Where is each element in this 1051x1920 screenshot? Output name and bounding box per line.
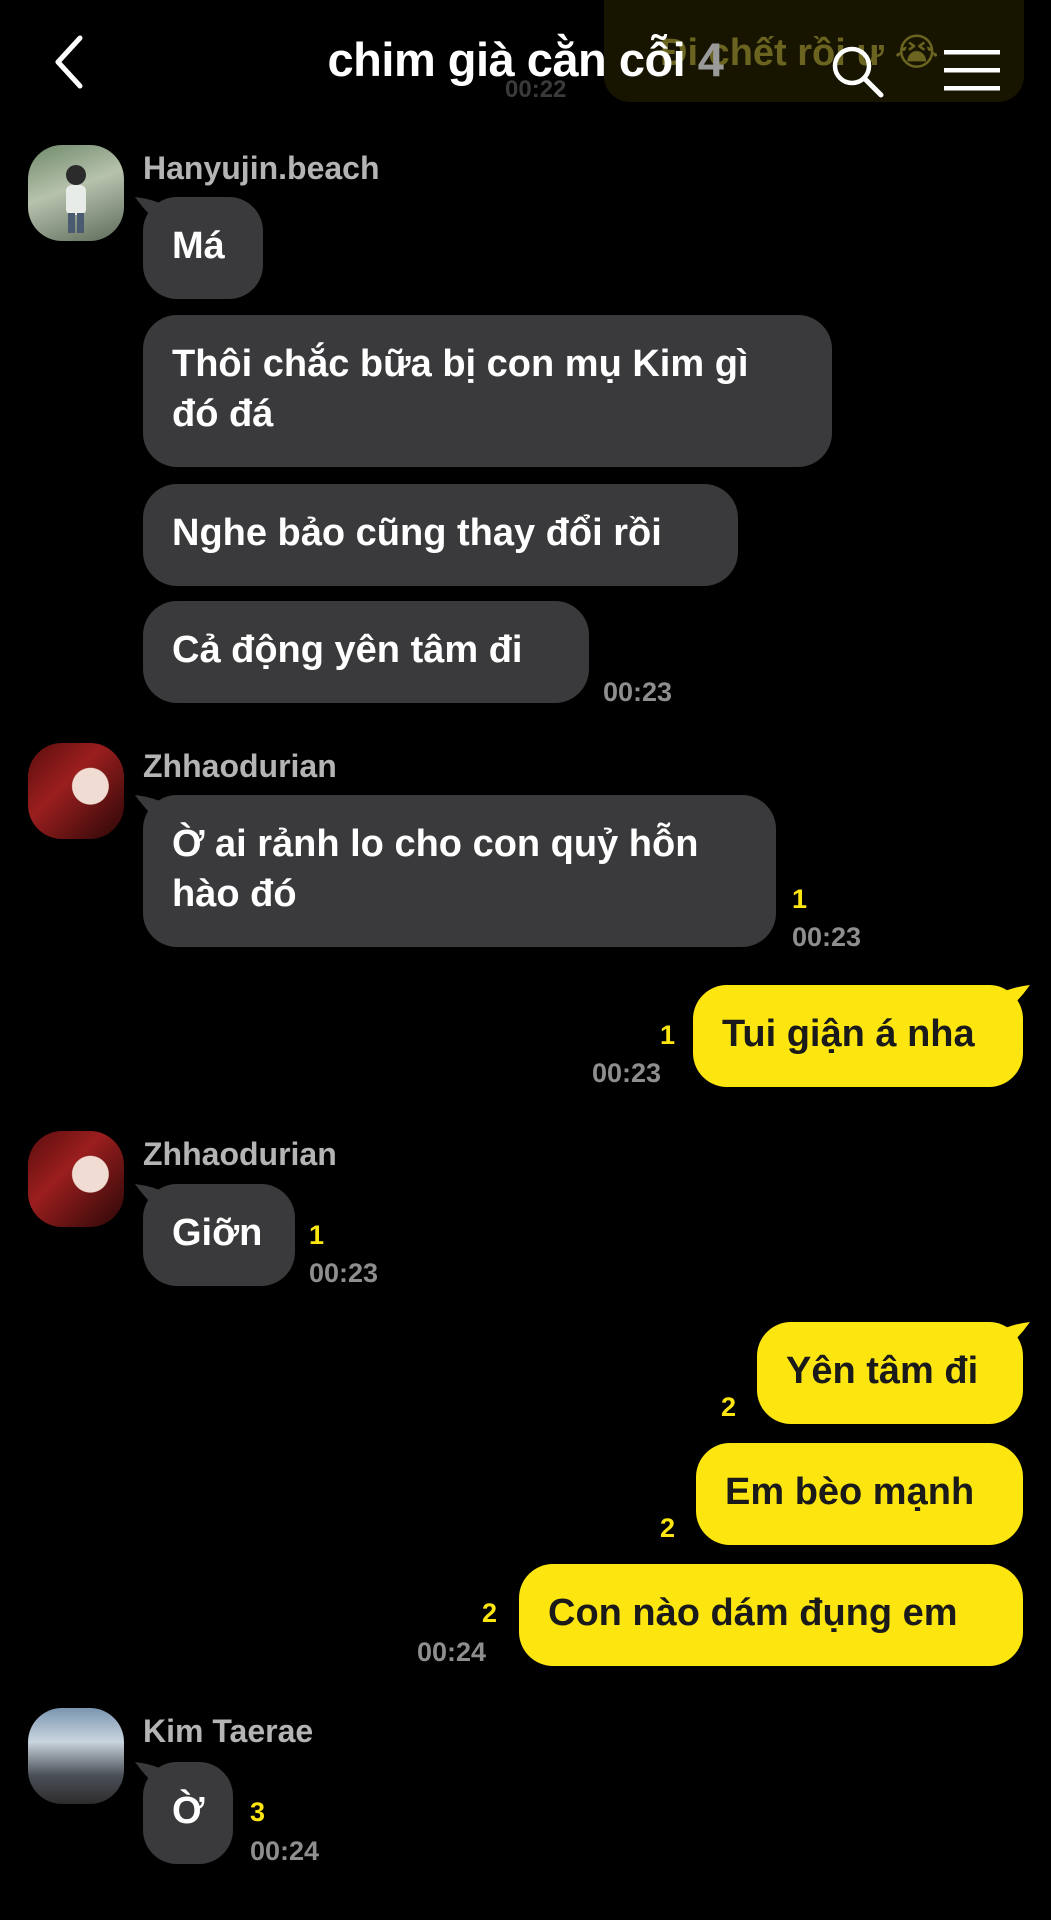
sender-name: Hanyujin.beach — [143, 150, 380, 186]
message-bubble[interactable]: Cả động yên tâm đi — [143, 601, 589, 703]
message-time: 00:24 — [250, 1836, 320, 1866]
avatar[interactable] — [28, 145, 124, 241]
avatar[interactable] — [28, 1708, 124, 1804]
unread-count: 2 — [660, 1513, 676, 1543]
chat-header: Đi chết rồi ư 😭 00:22 chim già cằn cỗi 4 — [0, 0, 1051, 130]
message-bubble[interactable]: Nghe bảo cũng thay đổi rồi — [143, 484, 738, 586]
message-bubble[interactable]: Em bèo mạnh — [696, 1443, 1023, 1545]
message-time: 00:23 — [592, 1058, 662, 1088]
sender-name: Zhhaodurian — [143, 748, 337, 784]
search-icon[interactable] — [830, 44, 886, 100]
sender-name: Zhhaodurian — [143, 1136, 337, 1172]
message-time: 00:24 — [417, 1637, 487, 1667]
message-bubble[interactable]: Giỡn — [143, 1184, 295, 1286]
sender-name: Kim Taerae — [143, 1713, 314, 1749]
message-bubble[interactable]: Tui giận á nha — [693, 985, 1023, 1087]
unread-count: 2 — [482, 1598, 498, 1628]
message-bubble[interactable]: Ờ — [143, 1762, 233, 1864]
unread-count: 1 — [660, 1020, 676, 1050]
message-bubble[interactable]: Má — [143, 197, 263, 299]
message-bubble[interactable]: Yên tâm đi — [757, 1322, 1023, 1424]
member-count: 4 — [697, 33, 724, 86]
menu-icon[interactable] — [942, 48, 1002, 94]
chat-room-name: chim già cằn cỗi — [327, 33, 686, 86]
bubble-tail — [996, 985, 1030, 1019]
avatar[interactable] — [28, 1131, 124, 1227]
unread-count: 2 — [721, 1392, 737, 1422]
unread-count: 3 — [250, 1797, 266, 1827]
message-time: 00:23 — [309, 1258, 379, 1288]
message-bubble[interactable]: Thôi chắc bữa bị con mụ Kim gì đó đá — [143, 315, 832, 467]
bubble-tail — [996, 1322, 1030, 1356]
message-bubble[interactable]: Ờ ai rảnh lo cho con quỷ hỗn hào đó — [143, 795, 776, 947]
unread-count: 1 — [792, 884, 808, 914]
chat-title: chim già cằn cỗi 4 — [0, 32, 1051, 87]
message-bubble[interactable]: Con nào dám đụng em — [519, 1564, 1023, 1666]
unread-count: 1 — [309, 1220, 325, 1250]
message-time: 00:23 — [792, 922, 862, 952]
avatar[interactable] — [28, 743, 124, 839]
message-time: 00:23 — [603, 677, 673, 707]
